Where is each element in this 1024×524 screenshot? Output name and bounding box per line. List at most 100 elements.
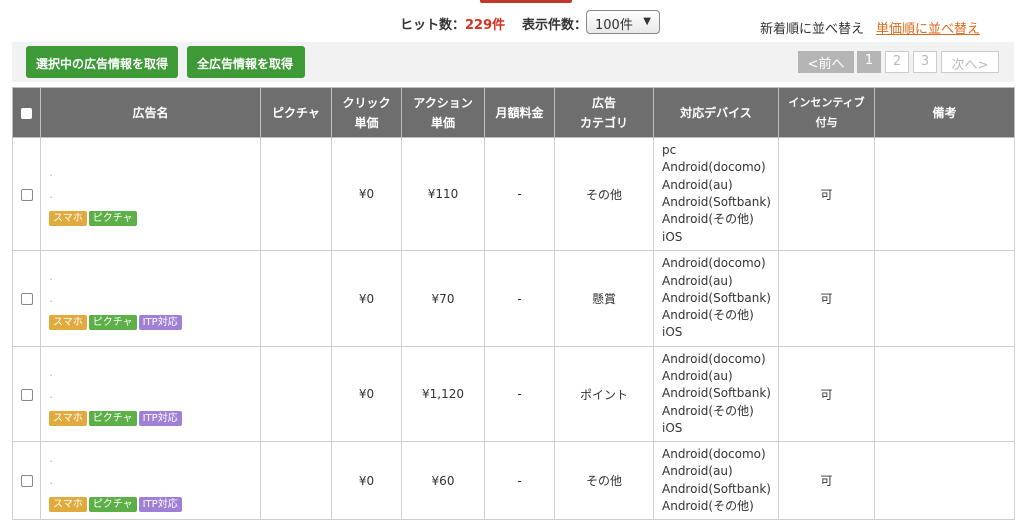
perpage-label: 表示件数： [522,18,588,33]
get-selected-button[interactable]: 選択中の広告情報を取得 [26,46,178,78]
table-header-row: 広告名 ピクチャ クリック 単価 アクション 単価 月額料金 広告 カテゴリ 対… [12,87,1015,138]
checkbox-icon[interactable] [20,188,33,201]
checkbox-icon[interactable] [20,475,33,487]
ad-table: 広告名 ピクチャ クリック 単価 アクション 単価 月額料金 広告 カテゴリ 対… [12,87,1015,520]
device-item: iOS [662,229,683,244]
device-item: Android(docomo) [662,160,766,175]
pager-prev-button[interactable]: <前へ [798,51,854,73]
table-row: ． ． スマホ ピクチャ ITP対応 ¥0 ¥1,120 - ポイント Andr… [12,346,1015,442]
row-select[interactable] [12,441,41,520]
hit-count-value: 229件 [465,18,506,33]
device-item: Android(au) [662,369,733,384]
device-item: Android(docomo) [662,351,766,366]
device-item: Android(その他) [662,403,754,418]
action-price: ¥1,120 [401,346,485,442]
tag-picture: ピクチャ [88,497,137,512]
pager-page-3[interactable]: 3 [913,51,937,73]
ad-name-cell[interactable]: ． ． スマホ ピクチャ ITP対応 [40,441,261,520]
ad-name-text: ． ． [49,168,59,201]
col-ad-name: 広告名 [40,87,261,138]
device-item: Android(docomo) [662,446,766,461]
action-price: ¥60 [401,441,485,520]
row-select[interactable] [12,250,41,347]
incentive: 可 [778,441,875,520]
note [874,250,1015,347]
result-header: ヒット数：229件 表示件数： 100件 ▼ 新着順に並べ替え 単価順に並べ替え [0,10,1024,37]
incentive: 可 [778,250,875,347]
col-action-price: アクション 単価 [401,87,485,138]
get-all-button[interactable]: 全広告情報を取得 [187,46,305,78]
pager-page-1[interactable]: 1 [857,51,881,73]
monthly-fee: - [484,250,555,347]
tag-smartphone: スマホ [49,497,87,512]
sort-price-link[interactable]: 単価順に並べ替え [876,18,980,37]
tag-smartphone: スマホ [49,410,87,426]
pager-page-2[interactable]: 2 [885,51,909,73]
category: ポイント [554,346,654,442]
note [874,441,1015,520]
device-item: Android(au) [662,177,733,192]
row-select[interactable] [12,137,41,251]
checkbox-icon[interactable] [20,293,33,305]
picture-cell [260,441,332,520]
device-item: Android(docomo) [662,256,766,271]
ad-name-cell[interactable]: ． ． スマホ ピクチャ ITP対応 [40,250,261,347]
ad-name-text: ． ． [49,455,59,487]
category: 懸賞 [554,250,654,347]
device-item: Android(その他) [662,498,754,513]
click-price: ¥0 [331,137,402,251]
device-item: Android(Softbank) [662,481,771,496]
click-price: ¥0 [331,250,402,347]
table-row: ． ． スマホ ピクチャ ITP対応 ¥0 ¥60 - その他 Android(… [12,441,1015,520]
col-picture: ピクチャ [260,87,332,138]
row-select[interactable] [12,346,41,442]
col-monthly-fee: 月額料金 [484,87,555,138]
ad-tags: スマホ ピクチャ ITP対応 [49,315,260,330]
top-accent-bar [480,0,572,3]
device-item: Android(その他) [662,212,754,227]
hit-count: ヒット数：229件 [400,14,505,33]
hit-count-label: ヒット数： [400,18,466,33]
picture-cell [260,250,332,347]
device-item: Android(Softbank) [662,195,771,209]
click-price: ¥0 [331,346,402,442]
ad-tags: スマホ ピクチャ ITP対応 [49,410,260,426]
checkbox-icon [21,107,32,119]
incentive: 可 [778,346,875,442]
incentive: 可 [778,137,875,251]
action-price: ¥70 [401,250,485,347]
checkbox-icon[interactable] [20,388,33,401]
table-row: ． ． スマホ ピクチャ ITP対応 ¥0 ¥70 - 懸賞 Android(d… [12,250,1015,347]
ad-name-cell[interactable]: ． ． スマホ ピクチャ [40,137,261,251]
click-price: ¥0 [331,441,402,520]
tag-smartphone: スマホ [49,210,87,226]
picture-cell [260,137,332,251]
device-item: Android(au) [662,273,733,288]
perpage-select[interactable]: 100件 ▼ [586,10,660,34]
monthly-fee: - [484,346,555,442]
picture-cell [260,346,332,442]
table-row: ． ． スマホ ピクチャ ¥0 ¥110 - その他 pc Android(do… [12,137,1015,251]
tag-smartphone: スマホ [49,315,87,330]
device-item: iOS [662,420,683,435]
monthly-fee: - [484,137,555,251]
ad-tags: スマホ ピクチャ [49,210,260,226]
action-price: ¥110 [401,137,485,251]
tag-itp: ITP対応 [138,410,182,426]
tag-picture: ピクチャ [88,410,137,426]
device-item: Android(その他) [662,308,754,323]
sort-newest-link[interactable]: 新着順に並べ替え [760,18,864,37]
select-all-checkbox[interactable] [12,87,41,138]
tag-picture: ピクチャ [88,315,137,330]
ad-name-cell[interactable]: ． ． スマホ ピクチャ ITP対応 [40,346,261,442]
device-item: Android(Softbank) [662,290,771,305]
col-notes: 備考 [874,87,1015,138]
tag-itp: ITP対応 [138,497,182,512]
chevron-down-icon: ▼ [643,16,651,27]
perpage-selected-value: 100件 [595,18,633,33]
tag-picture: ピクチャ [88,210,137,226]
devices: pc Android(docomo) Android(au) Android(S… [653,137,779,251]
ad-name-text: ． ． [49,368,59,401]
tag-itp: ITP対応 [138,315,182,330]
pager-next-button[interactable]: 次へ> [941,51,999,73]
